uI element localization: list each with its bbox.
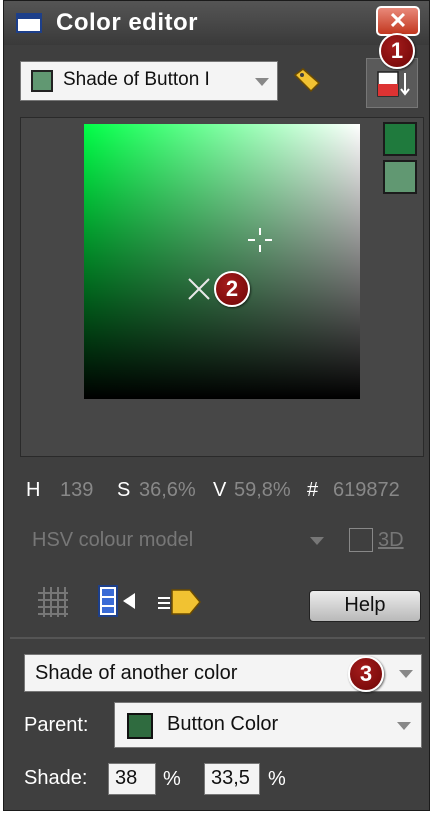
shade-percent-1: % <box>163 768 181 790</box>
grid-icon[interactable] <box>36 585 70 619</box>
saturation-value-square[interactable] <box>84 124 360 399</box>
shade-input-2[interactable]: 33,5 <box>204 763 260 795</box>
v-label: V <box>213 479 227 501</box>
colour-model-value: HSV colour model <box>32 529 194 551</box>
parent-color-swatch <box>127 713 153 739</box>
colour-model-dropdown[interactable]: HSV colour model <box>24 522 336 558</box>
color-name-swatch <box>31 70 53 92</box>
callout-2: 2 <box>214 271 250 307</box>
parent-color-value: Button Color <box>167 713 279 735</box>
section-divider <box>10 637 425 639</box>
close-button[interactable]: ✕ <box>376 6 420 36</box>
parent-color-dropdown[interactable]: Button Color <box>114 702 422 748</box>
hex-value[interactable]: 619872 <box>333 479 400 502</box>
color-drop-icon[interactable] <box>156 584 204 620</box>
app-window-icon <box>16 13 42 33</box>
h-value[interactable]: 139 <box>60 479 93 502</box>
original-color-swatch <box>383 160 417 194</box>
chevron-down-icon <box>399 670 413 678</box>
chevron-down-icon <box>255 78 269 86</box>
crosshair-icon <box>248 228 272 252</box>
color-link-value: Shade of another color <box>35 662 238 684</box>
3d-label: 3D <box>378 529 404 551</box>
help-button[interactable]: Help <box>309 590 421 622</box>
3d-checkbox[interactable] <box>349 528 373 552</box>
color-name-dropdown[interactable]: Shade of Button I <box>20 61 278 101</box>
shade-percent-2: % <box>268 768 286 790</box>
chevron-down-icon <box>310 537 324 545</box>
shade-label: Shade: <box>24 767 88 789</box>
chevron-down-icon <box>397 722 411 730</box>
tag-icon[interactable] <box>292 67 322 93</box>
s-value[interactable]: 36,6% <box>139 479 196 502</box>
window-title: Color editor <box>56 9 198 36</box>
s-label: S <box>117 479 131 501</box>
color-name-value: Shade of Button I <box>63 69 210 90</box>
v-value[interactable]: 59,8% <box>234 479 291 502</box>
title-bar[interactable]: Color editor ✕ <box>4 1 429 45</box>
current-color-swatch <box>383 122 417 156</box>
hex-label: # <box>307 479 319 501</box>
slider-icon[interactable] <box>95 584 141 618</box>
x-marker-icon <box>188 278 210 300</box>
callout-3: 3 <box>348 656 384 692</box>
callout-1: 1 <box>379 33 415 69</box>
h-label: H <box>26 479 41 501</box>
parent-label: Parent: <box>24 714 89 736</box>
shade-input-1[interactable]: 38 <box>108 763 156 795</box>
